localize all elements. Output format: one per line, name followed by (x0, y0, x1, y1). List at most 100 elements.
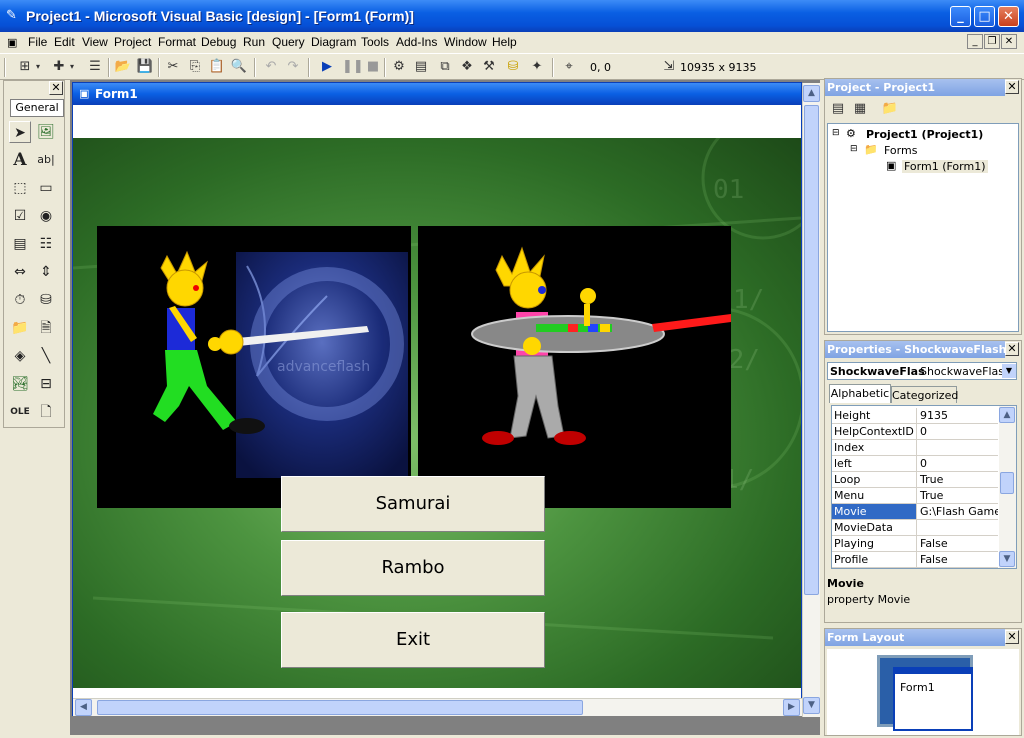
add-project-icon[interactable]: ⊞ (16, 58, 34, 76)
property-grid-scroll-thumb[interactable] (1000, 472, 1014, 494)
listbox-tool-icon[interactable]: ☷ (35, 233, 57, 255)
menu-tools[interactable]: Tools (361, 35, 389, 49)
label-tool-icon[interactable]: A (9, 149, 31, 171)
filelistbox-tool-icon[interactable]: 🗎 (35, 317, 57, 339)
drivelistbox-tool-icon[interactable]: ⛁ (35, 289, 57, 311)
menu-project[interactable]: Project (114, 35, 151, 49)
textbox-tool-icon[interactable]: ab| (35, 149, 57, 171)
end-icon[interactable]: ■ (364, 58, 382, 76)
menu-window[interactable]: Window (444, 35, 487, 49)
form-layout-close-icon[interactable]: ✕ (1005, 630, 1019, 644)
object-browser-icon[interactable]: ❖ (458, 58, 476, 76)
pointer-tool-icon[interactable]: ➤ (9, 121, 31, 143)
component-manager-icon[interactable]: ✦ (528, 58, 546, 76)
optionbutton-tool-icon[interactable]: ◉ (35, 205, 57, 227)
start-icon[interactable]: ▶ (318, 58, 336, 76)
property-row[interactable]: Index (832, 440, 998, 456)
close-button[interactable]: ✕ (998, 6, 1019, 27)
vscrollbar-tool-icon[interactable]: ⇕ (35, 261, 57, 283)
project-tree[interactable]: ⊟ ⚙ Project1 (Project1) ⊟ 📁 Forms ▣ Form… (827, 123, 1019, 332)
property-row[interactable]: Height 9135 (832, 408, 998, 424)
property-row[interactable]: Menu True (832, 488, 998, 504)
property-value[interactable]: True (918, 488, 998, 503)
property-value[interactable]: 0 (918, 456, 998, 471)
property-row[interactable]: HelpContextID 0 (832, 424, 998, 440)
menu-diagram[interactable]: Diagram (311, 35, 356, 49)
scroll-left-icon[interactable]: ◀ (75, 699, 92, 716)
property-value[interactable]: 9135 (918, 408, 998, 423)
shockwave-flash-movie-1[interactable]: advanceflash (97, 226, 411, 508)
tree-collapse-icon[interactable]: ⊟ (850, 144, 858, 154)
vertical-scroll-thumb[interactable] (804, 105, 819, 595)
redo-icon[interactable]: ↷ (284, 58, 302, 76)
dirlistbox-tool-icon[interactable]: 📁 (9, 317, 31, 339)
property-row[interactable]: left 0 (832, 456, 998, 472)
frame-tool-icon[interactable]: ⬚ (9, 177, 31, 199)
property-row[interactable]: MovieData (832, 520, 998, 536)
shockwaveflash-tool-icon[interactable]: 🗋 (35, 401, 57, 423)
project-explorer-close-icon[interactable]: ✕ (1005, 80, 1019, 94)
property-row[interactable]: Playing False (832, 536, 998, 552)
property-row[interactable]: Profile False (832, 552, 998, 568)
picturebox-tool-icon[interactable]: 🖼 (35, 121, 57, 143)
copy-icon[interactable]: ⎘ (186, 58, 204, 76)
scroll-up-icon[interactable]: ▲ (999, 407, 1015, 423)
view-code-icon[interactable]: ▤ (829, 100, 847, 118)
menu-file[interactable]: File (28, 35, 47, 49)
save-project-icon[interactable]: 💾 (136, 58, 154, 76)
toolbox-tab-general[interactable]: General (10, 99, 64, 117)
maximize-button[interactable]: □ (974, 6, 995, 27)
scroll-up-icon[interactable]: ▲ (803, 85, 820, 102)
tree-project-root[interactable]: Project1 (Project1) (866, 128, 983, 141)
menu-format[interactable]: Format (158, 35, 196, 49)
menu-run[interactable]: Run (243, 35, 265, 49)
designer-horizontal-scrollbar[interactable]: ◀ ▶ (73, 698, 802, 716)
exit-button[interactable]: Exit (281, 612, 545, 668)
undo-icon[interactable]: ↶ (262, 58, 280, 76)
menu-query[interactable]: Query (272, 35, 305, 49)
tab-alphabetic[interactable]: Alphabetic (829, 384, 891, 403)
mdi-minimize-button[interactable]: _ (967, 34, 983, 49)
property-value[interactable]: G:\Flash Games (918, 504, 998, 519)
timer-tool-icon[interactable]: ⏱ (9, 289, 31, 311)
open-project-icon[interactable]: 📂 (114, 58, 132, 76)
tab-categorized[interactable]: Categorized (891, 386, 958, 403)
menu-view[interactable]: View (82, 35, 108, 49)
property-value[interactable]: True (918, 472, 998, 487)
data-view-icon[interactable]: ⛁ (504, 58, 522, 76)
menu-help[interactable]: Help (492, 35, 517, 49)
shockwave-flash-movie-2[interactable] (418, 226, 731, 508)
checkbox-tool-icon[interactable]: ☑ (9, 205, 31, 227)
property-value[interactable]: False (918, 552, 998, 567)
minimize-button[interactable]: _ (950, 6, 971, 27)
menu-add-ins[interactable]: Add-Ins (396, 35, 437, 49)
paste-icon[interactable]: 📋 (208, 58, 226, 76)
find-icon[interactable]: 🔍 (230, 58, 248, 76)
property-grid[interactable]: Height 9135 HelpContextID 0 Index left 0 Loop Tr… (831, 405, 1017, 569)
form1-canvas[interactable]: 01 1/ 02/ 1/ advanceflash Samurai Rambo … (73, 138, 801, 688)
scroll-down-icon[interactable]: ▼ (999, 551, 1015, 567)
commandbutton-tool-icon[interactable]: ▭ (35, 177, 57, 199)
properties-window-icon[interactable]: ▤ (412, 58, 430, 76)
scroll-down-icon[interactable]: ▼ (803, 697, 820, 714)
form-layout-icon[interactable]: ⧉ (436, 58, 454, 76)
form1-layout-preview[interactable]: Form1 (893, 667, 973, 731)
combobox-tool-icon[interactable]: ▤ (9, 233, 31, 255)
property-row[interactable]: MovieG:\Flash Games (832, 504, 998, 520)
property-row[interactable]: Loop True (832, 472, 998, 488)
designer-vertical-scrollbar[interactable]: ▲ ▼ (802, 83, 820, 717)
tree-forms-folder[interactable]: Forms (884, 144, 917, 157)
toggle-folders-icon[interactable]: 📁 (881, 100, 899, 118)
mdi-restore-button[interactable]: ❐ (984, 34, 1000, 49)
rambo-button[interactable]: Rambo (281, 540, 545, 596)
menu-debug[interactable]: Debug (201, 35, 236, 49)
line-tool-icon[interactable]: ╲ (35, 345, 57, 367)
property-grid-scrollbar[interactable]: ▲ ▼ (999, 406, 1016, 568)
cut-icon[interactable]: ✂ (164, 58, 182, 76)
property-value[interactable] (918, 440, 998, 455)
tree-collapse-icon[interactable]: ⊟ (832, 128, 840, 138)
properties-close-icon[interactable]: ✕ (1005, 342, 1019, 356)
project-explorer-icon[interactable]: ⚙ (390, 58, 408, 76)
shape-tool-icon[interactable]: ◈ (9, 345, 31, 367)
toolbox-close-icon[interactable]: ✕ (49, 81, 63, 95)
